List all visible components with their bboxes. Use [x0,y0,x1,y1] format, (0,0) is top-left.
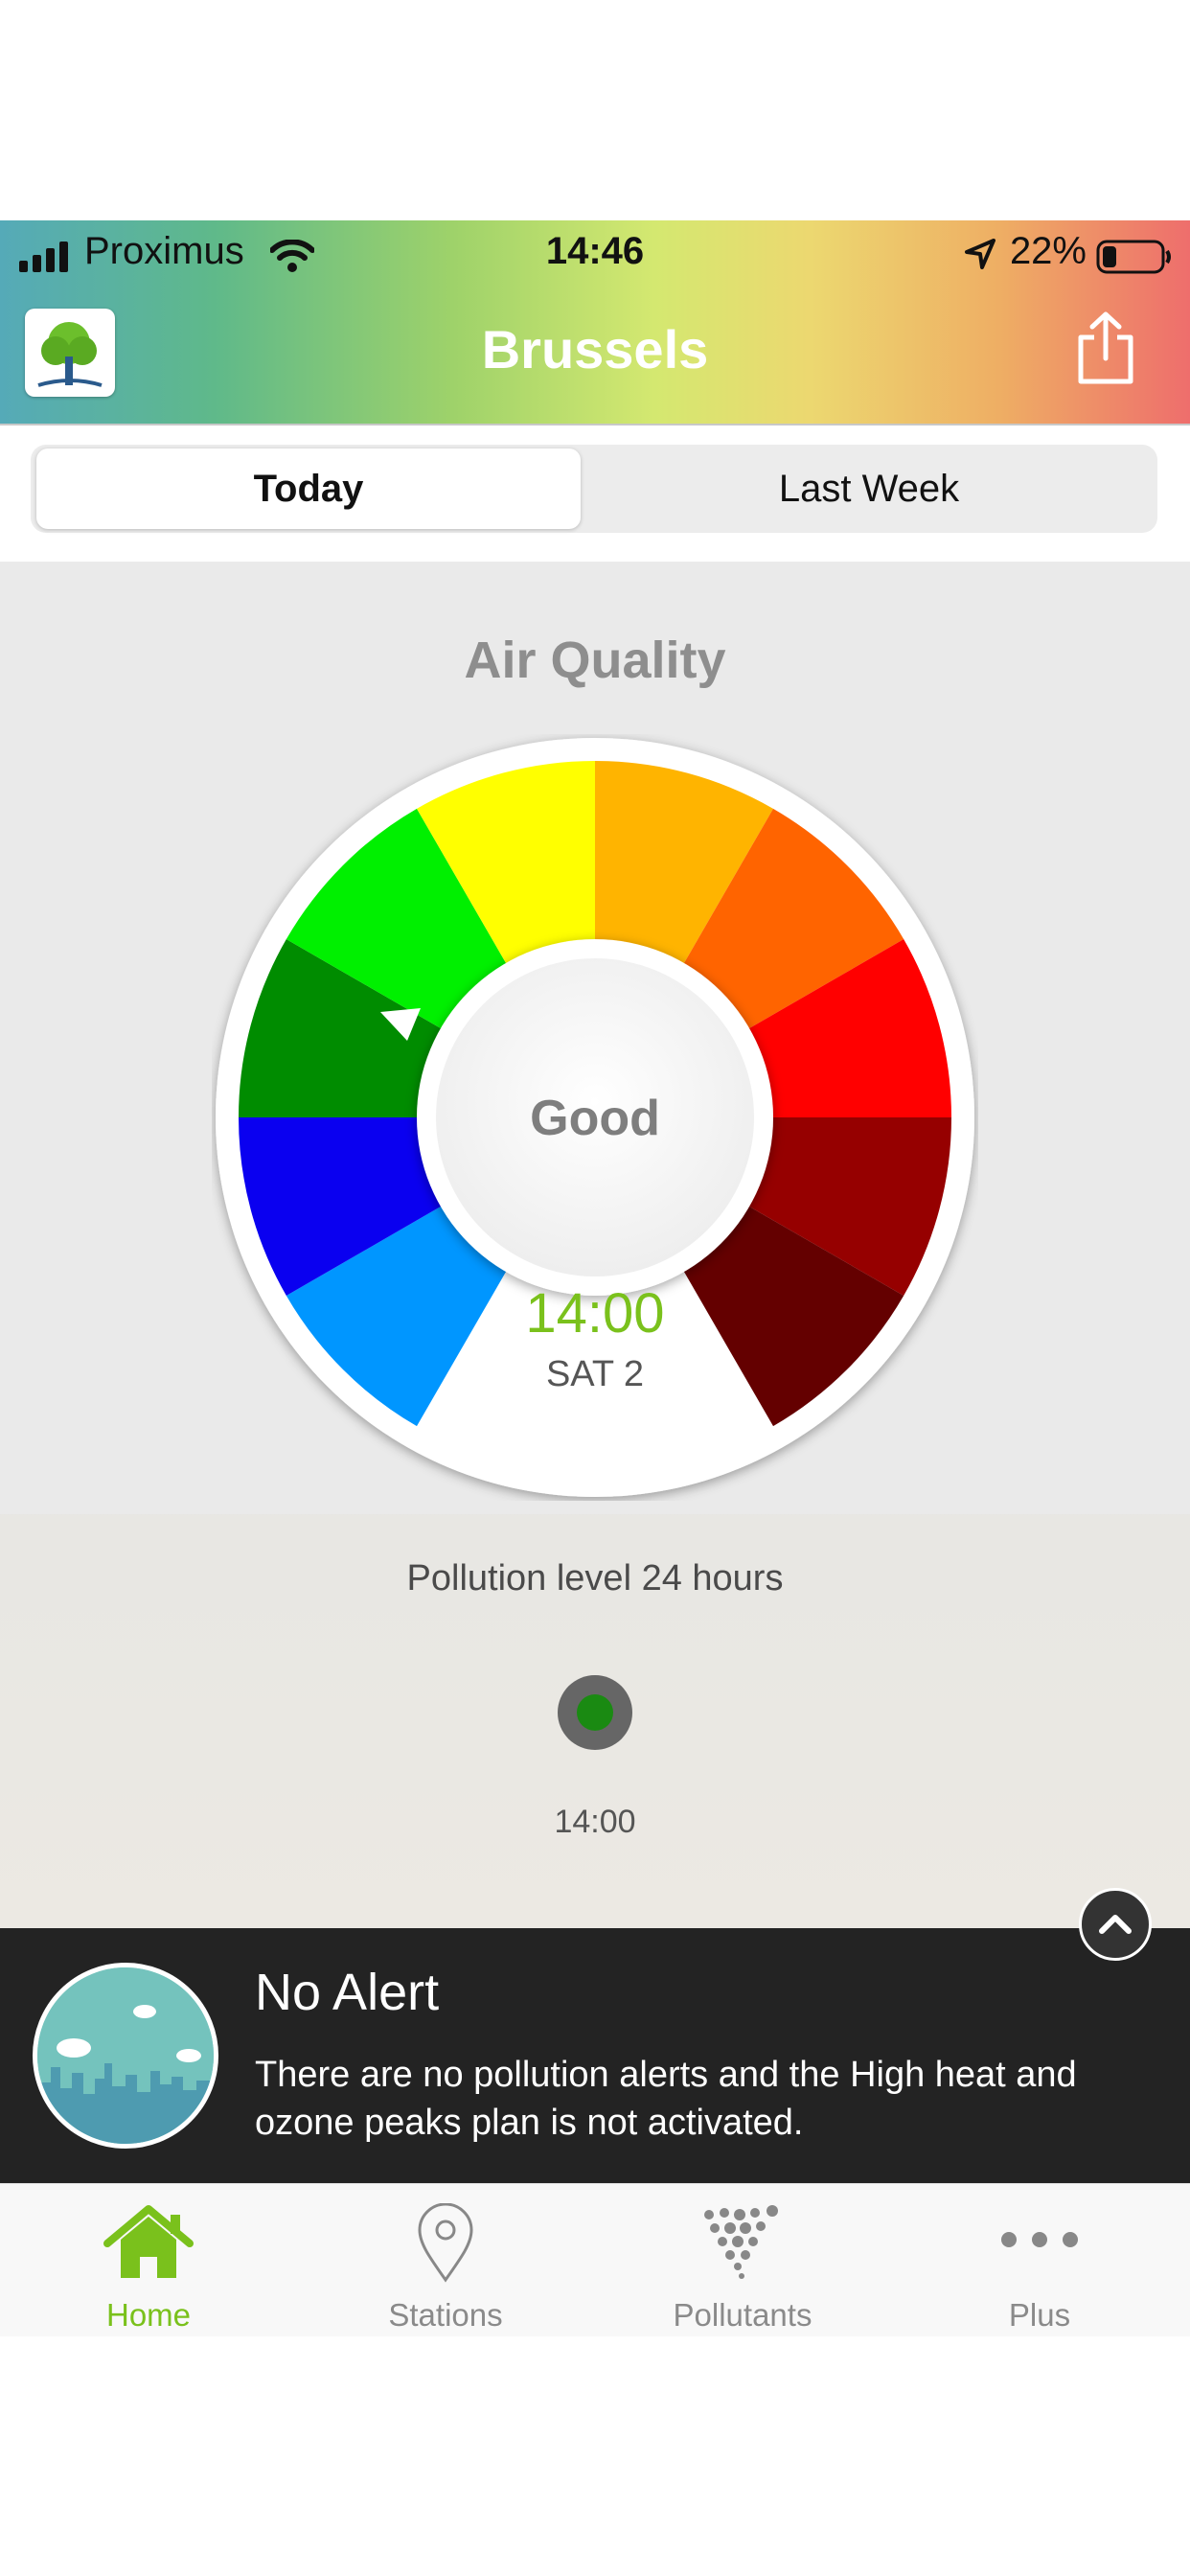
period-segmented-control: Today Last Week [31,445,1157,533]
pollution-chart-title: Pollution level 24 hours [406,1558,784,1598]
gauge-time: 14:00 [525,1282,664,1345]
home-icon [103,2205,194,2278]
tab-last-week[interactable]: Last Week [584,448,1154,529]
tab-home-label: Home [105,2297,192,2333]
particles-icon [704,2205,778,2279]
city-skyline-image [33,1963,218,2149]
pollution-time-label: 14:00 [554,1804,636,1840]
pollution-level-point[interactable] [558,1675,632,1750]
tab-plus[interactable]: Plus [891,2184,1188,2336]
main-content: Air Quality Good 14:00 SAT 2 Pollution l… [0,562,1190,1928]
map-pin-icon [418,2203,473,2283]
battery-icon [1096,240,1171,274]
tab-bar: Home Stations Pollutants Plus [0,2183,1190,2336]
chevron-up-icon [1099,1915,1132,1934]
pollution-level-dot [577,1694,613,1731]
gauge-title: Air Quality [464,632,726,689]
gauge-panel: Air Quality Good 14:00 SAT 2 [0,562,1190,1514]
share-icon[interactable] [1075,310,1136,385]
tab-pollutants-label: Pollutants [673,2297,812,2333]
battery-percent: 22% [1009,230,1087,272]
status-bar: Proximus 14:46 22% [0,220,1190,288]
page-title: Brussels [481,319,709,380]
alert-title: No Alert [255,1964,440,2021]
app-screen: Proximus 14:46 22% Brussels Today Last W… [0,220,1190,2336]
alert-description: There are no pollution alerts and the Hi… [255,2055,1077,2143]
tab-plus-label: Plus [1008,2297,1071,2333]
header: Proximus 14:46 22% Brussels [0,220,1190,426]
tab-stations[interactable]: Stations [297,2184,594,2336]
tab-stations-label: Stations [388,2297,503,2333]
city-skyline-icon [37,1967,214,2144]
tab-pollutants[interactable]: Pollutants [594,2184,891,2336]
more-icon [1001,2232,1078,2247]
collapse-button[interactable] [1079,1888,1152,1961]
gauge-day: SAT 2 [546,1354,644,1394]
gauge-status: Good [530,1091,660,1146]
alert-banner[interactable]: No Alert There are no pollution alerts a… [0,1928,1190,2183]
tab-home[interactable]: Home [0,2184,297,2336]
location-arrow-icon [965,239,995,269]
tab-today[interactable]: Today [36,448,581,529]
air-quality-gauge: Good 14:00 SAT 2 [216,738,974,1497]
